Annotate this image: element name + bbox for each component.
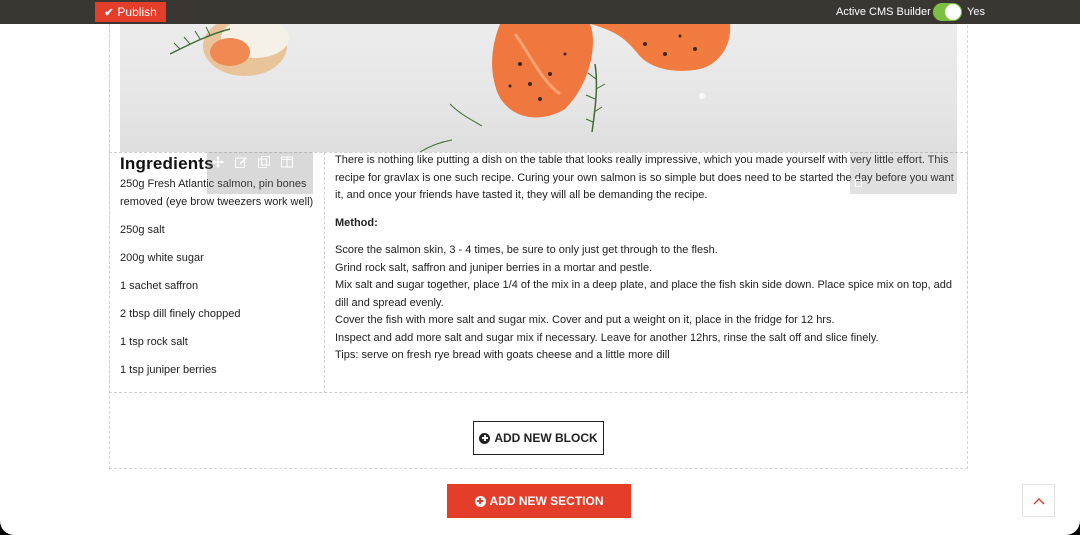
scroll-to-top-button[interactable]	[1022, 484, 1055, 517]
plus-circle-icon	[474, 495, 486, 507]
image-column-outline	[109, 24, 324, 152]
publish-button[interactable]: ✔ Publish	[95, 2, 166, 22]
page: Ingredients 250g Fresh Atlantic salmon, …	[0, 0, 1080, 535]
chevron-up-icon	[1033, 497, 1044, 504]
ingredient-item: 2 tbsp dill finely chopped	[120, 307, 241, 320]
duplicate-icon[interactable]	[257, 156, 271, 170]
add-new-block-button[interactable]: ADD NEW BLOCK	[473, 421, 604, 455]
check-icon: ✔	[104, 6, 114, 19]
move-icon[interactable]	[211, 156, 225, 170]
column-divider	[324, 152, 325, 393]
toggle-knob	[945, 4, 961, 20]
cms-builder-toggle[interactable]	[933, 3, 962, 21]
method-step: Cover the fish with more salt and sugar …	[335, 314, 835, 326]
method-step: Mix salt and sugar together, place 1/4 o…	[335, 279, 952, 309]
method-step: Score the salmon skin, 3 - 4 times, be s…	[335, 244, 718, 256]
cms-builder-label: Active CMS Builder	[836, 6, 931, 18]
add-new-section-button[interactable]: ADD NEW SECTION	[447, 484, 631, 518]
block-toolbar-right	[850, 152, 957, 194]
add-new-block-label: ADD NEW BLOCK	[494, 431, 598, 445]
ingredient-item: 200g white sugar	[120, 251, 204, 264]
delete-icon[interactable]	[855, 179, 862, 187]
ingredient-item: 1 tsp juniper berries	[120, 363, 217, 376]
ingredients-list: 250g Fresh Atlantic salmon, pin bones re…	[120, 176, 316, 390]
ingredient-item: 1 tsp rock salt	[120, 335, 188, 348]
edit-icon[interactable]	[234, 156, 248, 170]
method-step: Inspect and add more salt and sugar mix …	[335, 331, 879, 344]
method-step: Tips: serve on fresh rye bread with goat…	[335, 349, 670, 361]
ingredient-item: 1 sachet saffron	[120, 279, 199, 292]
ingredient-item: 250g salt	[120, 223, 165, 236]
method-heading: Method:	[335, 216, 378, 229]
block-toolbar	[207, 152, 313, 194]
add-new-section-label: ADD NEW SECTION	[489, 494, 604, 508]
publish-label: Publish	[117, 5, 157, 19]
columns-icon[interactable]	[280, 156, 294, 170]
toggle-value: Yes	[967, 6, 985, 18]
plus-circle-icon	[479, 432, 491, 444]
ingredients-title: Ingredients	[120, 154, 214, 173]
admin-topbar: ✔ Publish Active CMS Builder Yes	[0, 0, 1080, 24]
method-step: Grind rock salt, saffron and juniper ber…	[335, 261, 653, 274]
